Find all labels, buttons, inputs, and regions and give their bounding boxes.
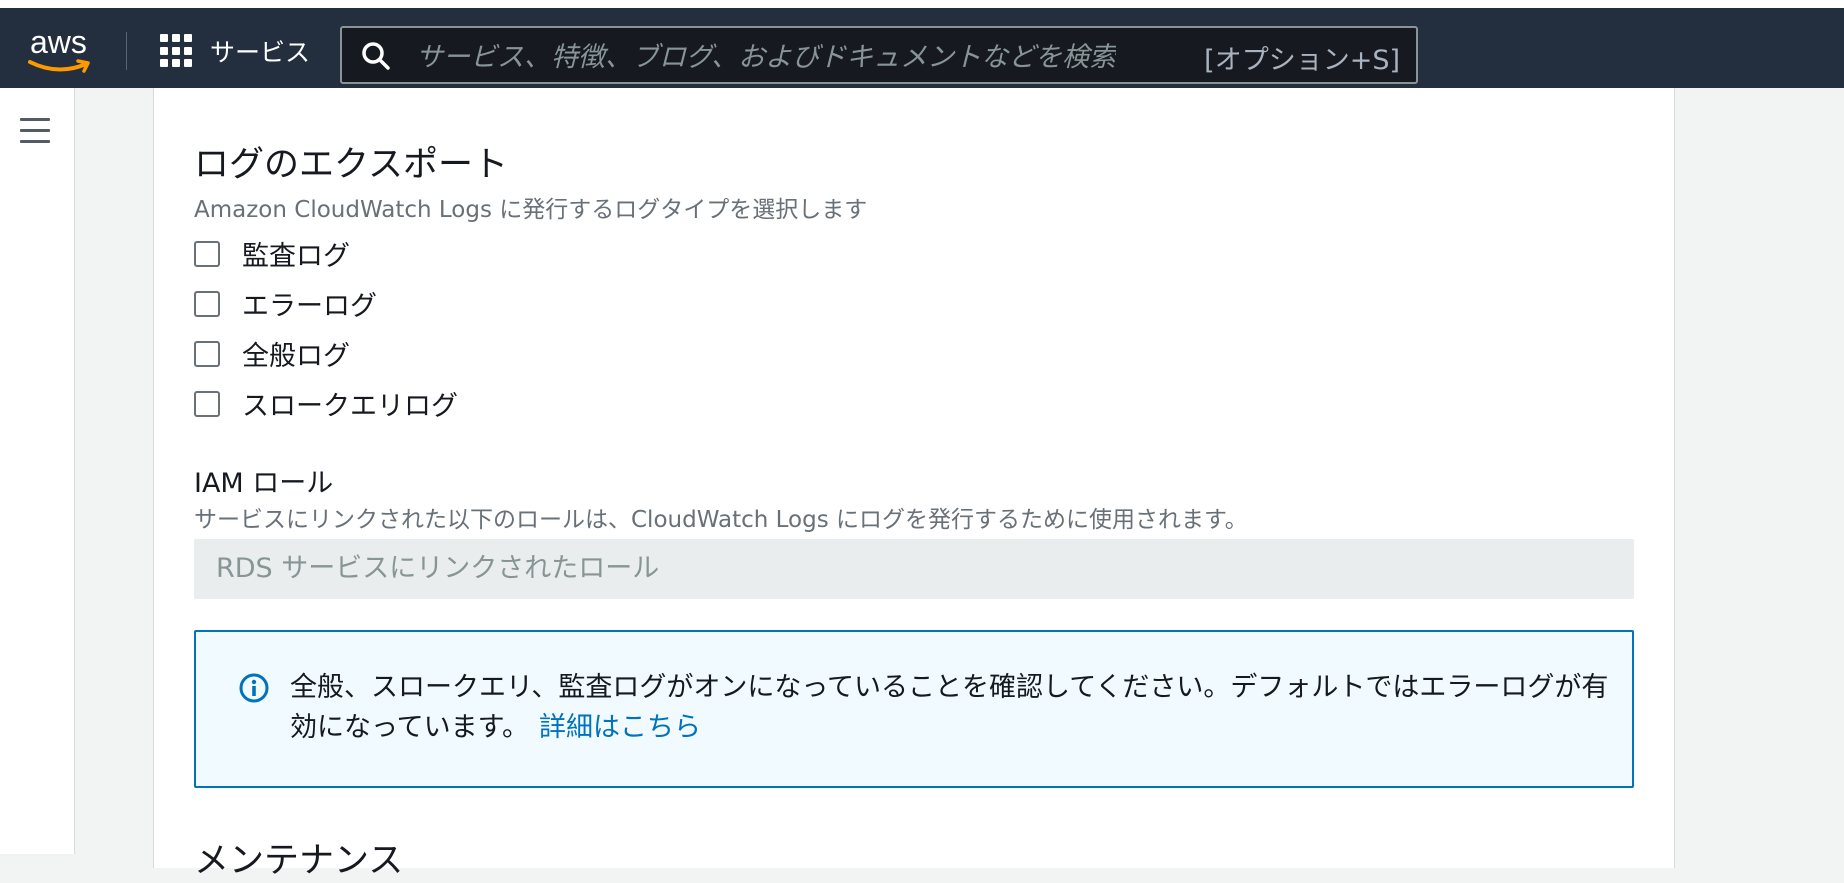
checkbox-label: エラーログ bbox=[242, 291, 377, 322]
log-export-title: ログのエクスポート bbox=[194, 145, 508, 185]
info-alert: 全般、スロークエリ、監査ログがオンになっていることを確認してください。デフォルト… bbox=[194, 630, 1634, 788]
checkbox-label: スロークエリログ bbox=[242, 391, 458, 422]
left-navigation-rail bbox=[0, 88, 75, 854]
services-menu-button[interactable]: サービス bbox=[160, 30, 310, 72]
aws-logo-text: aws bbox=[30, 24, 87, 60]
iam-role-field: RDS サービスにリンクされたロール bbox=[194, 539, 1634, 599]
learn-more-link[interactable]: 詳細はこちら bbox=[539, 712, 701, 743]
log-type-option-slow-query[interactable]: スロークエリログ bbox=[194, 384, 458, 423]
search-shortcut-hint: [オプション+S] bbox=[1204, 45, 1400, 76]
services-label: サービス bbox=[210, 38, 311, 67]
iam-role-description: サービスにリンクされた以下のロールは、CloudWatch Logs にログを発… bbox=[194, 507, 1248, 533]
log-export-description: Amazon CloudWatch Logs に発行するログタイプを選択します bbox=[194, 197, 868, 223]
checkbox[interactable] bbox=[194, 340, 220, 367]
checkbox[interactable] bbox=[194, 240, 220, 267]
hamburger-menu-icon[interactable] bbox=[20, 118, 50, 144]
search-icon bbox=[362, 42, 390, 70]
top-navigation-bar: aws サービス [オプション+S] bbox=[0, 8, 1844, 88]
search-input[interactable] bbox=[414, 36, 1118, 78]
iam-role-title: IAM ロール bbox=[194, 468, 334, 499]
info-alert-text: 全般、スロークエリ、監査ログがオンになっていることを確認してください。デフォルト… bbox=[290, 668, 1610, 748]
nav-divider bbox=[126, 32, 127, 70]
info-circle-icon bbox=[239, 673, 269, 703]
log-type-option-audit[interactable]: 監査ログ bbox=[194, 234, 350, 273]
log-type-option-error[interactable]: エラーログ bbox=[194, 284, 377, 323]
checkbox[interactable] bbox=[194, 290, 220, 317]
checkbox-label: 監査ログ bbox=[242, 241, 350, 272]
search-box[interactable]: [オプション+S] bbox=[340, 26, 1418, 84]
checkbox-label: 全般ログ bbox=[242, 341, 350, 372]
log-type-option-general[interactable]: 全般ログ bbox=[194, 334, 350, 373]
info-alert-message: 全般、スロークエリ、監査ログがオンになっていることを確認してください。デフォルト… bbox=[290, 672, 1609, 743]
aws-logo[interactable]: aws bbox=[28, 22, 94, 76]
top-strip bbox=[0, 0, 1844, 8]
maintenance-section-title: メンテナンス bbox=[194, 841, 404, 881]
checkbox[interactable] bbox=[194, 390, 220, 417]
aws-smile-icon bbox=[28, 59, 90, 73]
grid-icon bbox=[160, 34, 194, 68]
